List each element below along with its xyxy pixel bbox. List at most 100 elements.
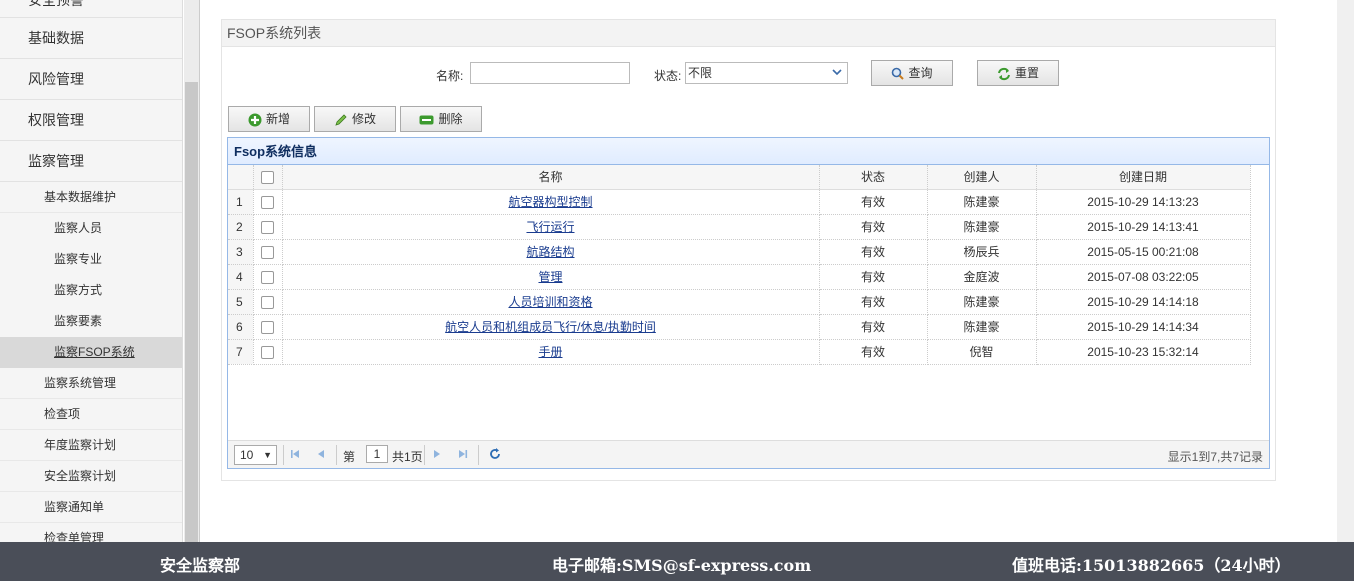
page-number-input[interactable]: 1 <box>366 445 388 463</box>
sidebar-subitem[interactable]: 检查项 <box>0 399 182 430</box>
page-scrollbar[interactable] <box>1337 0 1354 542</box>
name-cell: 人员培训和资格 <box>282 289 820 315</box>
header-creator[interactable]: 创建人 <box>927 165 1037 190</box>
name-input[interactable] <box>470 62 630 84</box>
name-cell: 手册 <box>282 339 820 365</box>
pencil-icon <box>335 114 347 126</box>
fsop-grid: Fsop系统信息 名称 状态 创建人 创建日期 1 航空器构型控制 有效 陈建豪 201… <box>227 137 1270 469</box>
header-date[interactable]: 创建日期 <box>1036 165 1251 190</box>
sidebar-subitem[interactable]: 监察通知单 <box>0 492 182 523</box>
date-cell: 2015-07-08 03:22:05 <box>1036 264 1251 290</box>
sidebar-subitem[interactable]: 检查单管理 <box>0 523 182 542</box>
name-link[interactable]: 飞行运行 <box>526 220 574 234</box>
refresh-icon[interactable] <box>488 447 502 461</box>
name-cell: 飞行运行 <box>282 214 820 240</box>
table-row[interactable]: 5 人员培训和资格 有效 陈建豪 2015-10-29 14:14:18 <box>228 289 1251 315</box>
page-size-select[interactable]: 10 ▼ <box>234 445 277 465</box>
table-header-row: 名称 状态 创建人 创建日期 <box>228 165 1251 190</box>
first-page-icon[interactable] <box>288 447 302 461</box>
delete-button[interactable]: 删除 <box>400 106 482 132</box>
table-row[interactable]: 2 飞行运行 有效 陈建豪 2015-10-29 14:13:41 <box>228 214 1251 240</box>
row-checkbox-cell <box>253 239 283 265</box>
chevron-down-icon <box>831 66 843 78</box>
header-name[interactable]: 名称 <box>282 165 820 190</box>
row-checkbox[interactable] <box>261 320 274 334</box>
creator-cell: 陈建豪 <box>927 214 1037 240</box>
edit-button[interactable]: 修改 <box>314 106 396 132</box>
prev-page-icon[interactable] <box>314 447 328 461</box>
sidebar-subitem[interactable]: 基本数据维护 <box>0 182 182 213</box>
date-cell: 2015-10-29 14:13:23 <box>1036 189 1251 215</box>
sidebar-subitem[interactable]: 安全监察计划 <box>0 461 182 492</box>
row-checkbox[interactable] <box>261 345 274 359</box>
reset-button[interactable]: 重置 <box>977 60 1059 86</box>
menu-item-basic-data[interactable]: 基础数据 <box>0 18 182 59</box>
next-page-icon[interactable] <box>430 447 444 461</box>
name-link[interactable]: 人员培训和资格 <box>508 295 592 309</box>
row-number: 7 <box>228 339 254 365</box>
name-cell: 航路结构 <box>282 239 820 265</box>
search-bar: 名称: 状态: 不限 查询 重置 <box>222 60 1275 86</box>
row-checkbox[interactable] <box>261 270 274 284</box>
footer-phone: 值班电话:15013882665（24小时） <box>1012 556 1291 575</box>
fsop-list-panel: FSOP系统列表 名称: 状态: 不限 查询 重置 新增 修改 删除 Fsop系… <box>221 19 1276 481</box>
row-checkbox[interactable] <box>261 295 274 309</box>
row-checkbox[interactable] <box>261 220 274 234</box>
table-row[interactable]: 1 航空器构型控制 有效 陈建豪 2015-10-29 14:13:23 <box>228 189 1251 215</box>
sidebar-subitem[interactable]: 监察系统管理 <box>0 368 182 399</box>
add-button[interactable]: 新增 <box>228 106 310 132</box>
table-row[interactable]: 3 航路结构 有效 杨辰兵 2015-05-15 00:21:08 <box>228 239 1251 265</box>
sidebar-subitem[interactable]: 监察人员 <box>0 213 182 244</box>
plus-icon <box>248 113 262 127</box>
refresh-icon <box>998 67 1010 80</box>
sidebar-subitem[interactable]: 年度监察计划 <box>0 430 182 461</box>
row-checkbox-cell <box>253 289 283 315</box>
menu-item-risk-management[interactable]: 风险管理 <box>0 59 182 100</box>
name-link[interactable]: 航空器构型控制 <box>508 195 592 209</box>
name-link[interactable]: 管理 <box>538 270 562 284</box>
name-link[interactable]: 航空人员和机组成员飞行/休息/执勤时间 <box>445 320 656 334</box>
status-select[interactable]: 不限 <box>685 62 848 84</box>
query-button[interactable]: 查询 <box>871 60 953 86</box>
status-select-value: 不限 <box>688 66 713 80</box>
record-info: 显示1到7,共7记录 <box>1167 450 1263 464</box>
table-row[interactable]: 6 航空人员和机组成员飞行/休息/执勤时间 有效 陈建豪 2015-10-29 14:1… <box>228 314 1251 340</box>
table-row[interactable]: 4 管理 有效 金庭波 2015-07-08 03:22:05 <box>228 264 1251 290</box>
name-link[interactable]: 航路结构 <box>526 245 574 259</box>
sidebar-subitem[interactable]: 监察要素 <box>0 306 182 337</box>
header-status[interactable]: 状态 <box>819 165 928 190</box>
select-all-checkbox[interactable] <box>261 170 274 184</box>
pager-separator <box>283 445 284 465</box>
date-cell: 2015-10-29 14:14:18 <box>1036 289 1251 315</box>
sidebar-subitem[interactable]: 监察方式 <box>0 275 182 306</box>
row-number: 6 <box>228 314 254 340</box>
row-number: 4 <box>228 264 254 290</box>
grid-title: Fsop系统信息 <box>228 138 1269 165</box>
sidebar-subitem[interactable]: 监察FSOP系统 <box>0 337 182 368</box>
name-link[interactable]: 手册 <box>538 345 562 359</box>
fsop-table: 名称 状态 创建人 创建日期 1 航空器构型控制 有效 陈建豪 2015-10-29 1… <box>228 165 1251 365</box>
page-total: 共1页 <box>392 450 423 464</box>
edit-button-label: 修改 <box>351 112 376 126</box>
row-checkbox-cell <box>253 339 283 365</box>
sidebar-scrollbar-thumb[interactable] <box>185 82 198 542</box>
pagination-bar: 10 ▼ 第 1 共1页 显示1到7,共7记录 <box>228 440 1269 468</box>
date-cell: 2015-10-29 14:14:34 <box>1036 314 1251 340</box>
menu-item-safety-warning[interactable]: 安全预警 <box>0 0 182 18</box>
creator-cell: 倪智 <box>927 339 1037 365</box>
table-row[interactable]: 7 手册 有效 倪智 2015-10-23 15:32:14 <box>228 339 1251 365</box>
pager-separator <box>424 445 425 465</box>
last-page-icon[interactable] <box>456 447 470 461</box>
name-label: 名称: <box>436 69 464 83</box>
sidebar-subitem[interactable]: 监察专业 <box>0 244 182 275</box>
menu-item-inspection-management[interactable]: 监察管理 <box>0 141 182 182</box>
menu-item-permission-management[interactable]: 权限管理 <box>0 100 182 141</box>
status-cell: 有效 <box>819 239 928 265</box>
page-prefix: 第 <box>343 450 356 464</box>
row-checkbox[interactable] <box>261 245 274 259</box>
sidebar-scrollbar[interactable] <box>184 0 200 542</box>
status-cell: 有效 <box>819 314 928 340</box>
footer: 安全监察部 电子邮箱:SMS@sf-express.com 值班电话:15013… <box>0 542 1354 581</box>
row-checkbox[interactable] <box>261 195 274 209</box>
status-cell: 有效 <box>819 214 928 240</box>
